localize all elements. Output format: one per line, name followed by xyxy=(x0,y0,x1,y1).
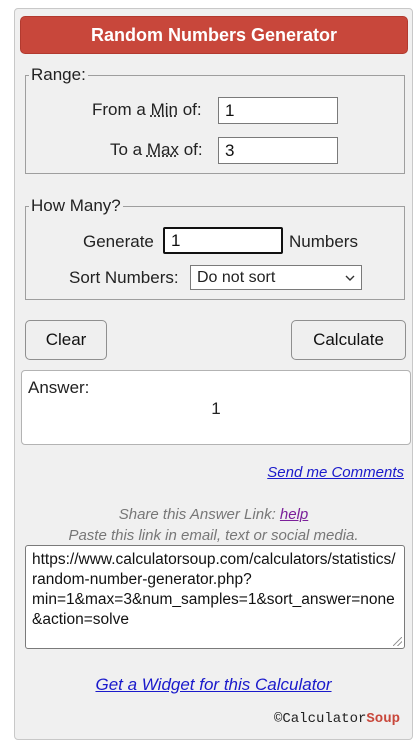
max-label-abbr: Max xyxy=(146,140,179,159)
help-link[interactable]: help xyxy=(280,506,308,523)
chevron-down-icon xyxy=(345,275,355,281)
numbers-label: Numbers xyxy=(289,232,358,251)
calculator-panel: Random Numbers Generator Range: From a M… xyxy=(14,8,413,740)
send-comments-link[interactable]: Send me Comments xyxy=(267,464,404,481)
min-label: From a Min of: xyxy=(92,100,202,120)
answer-value: 1 xyxy=(211,399,221,418)
min-label-pre: From a xyxy=(92,100,151,119)
sort-selected: Do not sort xyxy=(197,268,276,286)
min-input[interactable] xyxy=(218,97,338,124)
brand-name: Calculator xyxy=(282,711,367,727)
paste-hint: Paste this link in email, text or social… xyxy=(68,527,359,544)
generate-label: Generate xyxy=(83,232,154,251)
clear-button[interactable]: Clear xyxy=(25,320,107,360)
share-answer-text: Share this Answer Link: help xyxy=(15,506,412,523)
answer-label: Answer: xyxy=(28,378,90,397)
count-input[interactable] xyxy=(163,227,283,254)
calculate-button[interactable]: Calculate xyxy=(291,320,406,360)
min-label-post: of: xyxy=(177,100,202,119)
max-label: To a Max of: xyxy=(110,140,203,160)
brand-logo: ©CalculatorSoup xyxy=(274,711,400,727)
get-widget-link[interactable]: Get a Widget for this Calculator xyxy=(15,675,412,695)
share-url-textarea[interactable]: https://www.calculatorsoup.com/calculato… xyxy=(25,545,405,649)
max-label-post: of: xyxy=(178,140,203,159)
min-label-abbr: Min xyxy=(150,100,178,119)
share-text: Share this Answer Link: xyxy=(118,506,280,523)
range-fieldset: Range: xyxy=(25,65,405,174)
title-text: Random Numbers Generator xyxy=(90,24,338,45)
range-legend: Range: xyxy=(31,65,86,84)
resize-grip-icon[interactable] xyxy=(393,637,402,646)
max-label-pre: To a xyxy=(110,140,147,159)
sort-label: Sort Numbers: xyxy=(69,268,179,287)
calculator-title: Random Numbers Generator xyxy=(20,16,408,54)
how-many-legend: How Many? xyxy=(31,196,121,215)
max-input[interactable] xyxy=(218,137,338,164)
sort-select[interactable]: Do not sort xyxy=(190,265,362,290)
answer-box: Answer: 1 xyxy=(21,370,411,445)
brand-name-accent: Soup xyxy=(366,711,400,727)
